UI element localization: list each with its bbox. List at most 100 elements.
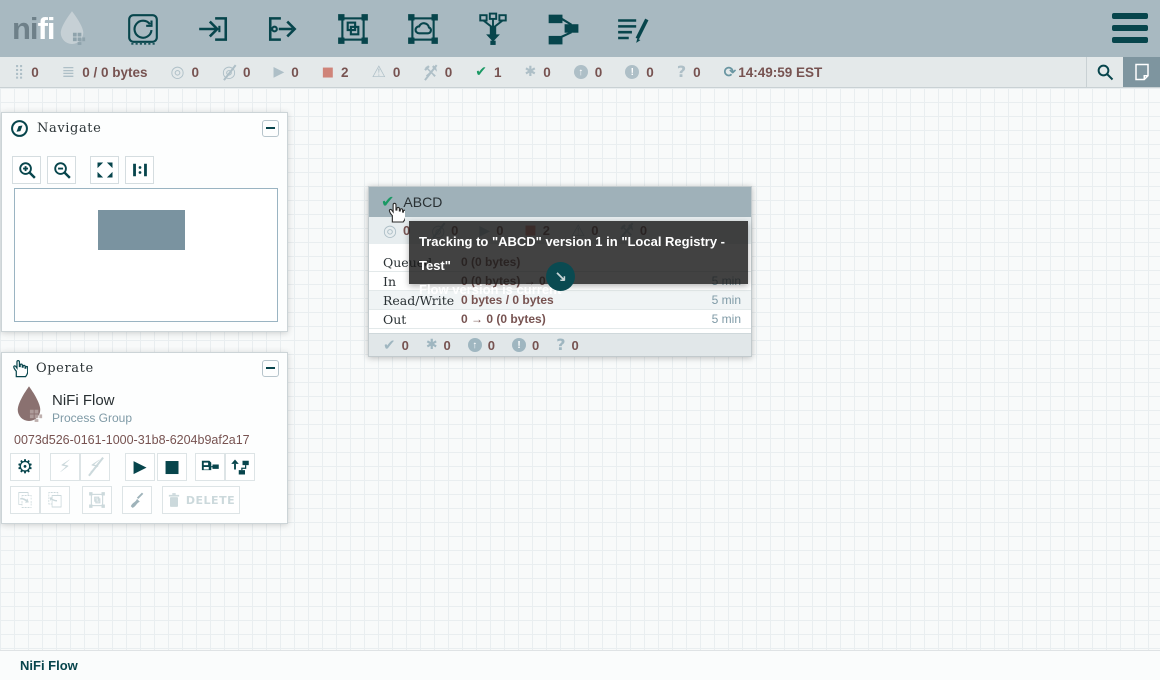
operate-title: Operate bbox=[36, 361, 262, 376]
template-icon[interactable] bbox=[546, 12, 580, 46]
version-tracking-tooltip: Tracking to "ABCD" version 1 in "Local R… bbox=[409, 221, 748, 284]
disabled-tool-icon: ⚒ bbox=[423, 64, 437, 80]
status-not-transmitting: ◎0 bbox=[222, 64, 250, 80]
operate-header: Operate bbox=[2, 353, 287, 383]
modified-stale-icon: ! bbox=[625, 65, 639, 79]
output-port-icon[interactable] bbox=[266, 12, 300, 46]
start-button[interactable]: ▶ bbox=[125, 453, 155, 481]
zoom-actual-size-button[interactable] bbox=[125, 156, 154, 184]
status-invalid: ⚠0 bbox=[372, 64, 401, 80]
stop-button[interactable]: ■ bbox=[157, 453, 187, 481]
zoom-out-button[interactable] bbox=[47, 156, 76, 184]
compass-icon bbox=[10, 119, 29, 138]
configure-button[interactable]: ⚙ bbox=[10, 453, 40, 481]
navigate-collapse-button[interactable] bbox=[262, 120, 279, 137]
selected-flow-id: 0073d526-0161-1000-31b8-6204b9af2a17 bbox=[14, 433, 250, 447]
stale-arrow-icon: ↑ bbox=[574, 65, 588, 79]
enable-button[interactable]: ⚡ bbox=[50, 453, 80, 481]
sync-failure-icon: ? bbox=[677, 64, 686, 80]
trash-icon bbox=[167, 492, 181, 508]
up-to-date-check-icon: ✔ bbox=[475, 65, 487, 79]
breadcrumb-nifi-flow[interactable]: NiFi Flow bbox=[20, 658, 78, 673]
global-menu-icon[interactable] bbox=[1112, 13, 1148, 43]
birdseye-minimap[interactable] bbox=[14, 188, 278, 322]
status-disabled: ⚒0 bbox=[423, 64, 452, 80]
mouse-cursor-hand bbox=[386, 201, 405, 224]
zoom-in-button[interactable] bbox=[12, 156, 41, 184]
delete-label: DELETE bbox=[186, 494, 235, 507]
flow-status-bar: ⣿0 ≣0 / 0 bytes ◎0 ◎0 ▶0 ■2 ⚠0 ⚒0 ✔1 ✱0 … bbox=[0, 57, 1160, 88]
operate-panel: Operate NiFi Flow Process Group 0073d526… bbox=[1, 352, 288, 524]
pg-transmitting-icon: ◎ bbox=[383, 223, 397, 239]
status-running: ▶0 bbox=[273, 65, 298, 80]
disable-button[interactable]: ⚡ bbox=[80, 453, 110, 481]
queued-list-icon: ≣ bbox=[62, 64, 75, 80]
process-group-header: ✔ ABCD bbox=[369, 187, 751, 217]
navigate-title: Navigate bbox=[37, 121, 262, 136]
logo-text-fi: fi bbox=[38, 11, 55, 47]
navigate-header: Navigate bbox=[2, 113, 287, 143]
upload-template-button[interactable] bbox=[225, 453, 255, 481]
zoom-fit-button[interactable] bbox=[90, 156, 119, 184]
status-refresh[interactable]: ⟳14:49:59 EST bbox=[724, 65, 823, 80]
copy-button[interactable]: ⎘ bbox=[10, 486, 40, 514]
label-icon[interactable] bbox=[616, 12, 650, 46]
top-toolbar: nifi bbox=[0, 0, 1160, 57]
nifi-logo: nifi bbox=[12, 10, 108, 48]
funnel-icon[interactable] bbox=[476, 12, 510, 46]
pg-sync-failure-icon: ? bbox=[556, 337, 565, 353]
component-toolbar bbox=[126, 12, 650, 46]
invalid-warning-icon: ⚠ bbox=[372, 64, 386, 80]
transmitting-icon: ◎ bbox=[170, 64, 184, 80]
processor-icon[interactable] bbox=[126, 12, 160, 46]
tooltip-line-1: Tracking to "ABCD" version 1 in "Local R… bbox=[419, 230, 738, 278]
nifi-app: nifi bbox=[0, 0, 1160, 680]
status-stale: ↑0 bbox=[574, 65, 603, 80]
selected-flow-name: NiFi Flow bbox=[52, 392, 132, 409]
status-active-threads: ⣿0 bbox=[14, 65, 39, 80]
locally-modified-icon: ✱ bbox=[525, 65, 537, 79]
navigate-buttons bbox=[12, 156, 287, 184]
pg-modified-stale-icon: ! bbox=[512, 338, 526, 352]
tooltip-line-2: Flow version is current bbox=[419, 278, 738, 302]
bulletin-board-button[interactable] bbox=[1123, 57, 1160, 87]
search-button[interactable] bbox=[1086, 57, 1123, 87]
not-transmitting-icon: ◎ bbox=[222, 64, 236, 80]
operate-flow-info: NiFi Flow Process Group bbox=[14, 385, 132, 427]
out-row: Out0 → 0 (0 bytes)5 min bbox=[369, 310, 751, 329]
status-locally-modified: ✱0 bbox=[525, 65, 551, 80]
remote-process-group-icon[interactable] bbox=[406, 12, 440, 46]
arrow-down-right-icon: ↘ bbox=[554, 268, 567, 286]
color-button[interactable] bbox=[122, 486, 152, 514]
status-stopped: ■2 bbox=[322, 65, 349, 80]
pg-locally-modified-icon: ✱ bbox=[426, 338, 438, 352]
process-group-version-footer: ✔0 ✱0 ↑0 !0 ?0 bbox=[369, 333, 751, 356]
logo-text-ni: ni bbox=[12, 11, 38, 47]
status-queued: ≣0 / 0 bytes bbox=[62, 64, 148, 80]
operate-collapse-button[interactable] bbox=[262, 360, 279, 377]
process-group-drop-icon bbox=[14, 385, 44, 427]
bulletin-page-icon bbox=[1134, 63, 1150, 81]
delete-button[interactable]: DELETE bbox=[162, 486, 240, 514]
version-state-badge: ↘ bbox=[546, 262, 575, 291]
breadcrumb-bar: NiFi Flow bbox=[0, 650, 1160, 680]
refresh-icon[interactable]: ⟳ bbox=[724, 65, 737, 80]
status-up-to-date: ✔1 bbox=[475, 65, 501, 80]
input-port-icon[interactable] bbox=[196, 12, 230, 46]
process-group-icon[interactable] bbox=[336, 12, 370, 46]
create-template-button[interactable] bbox=[195, 453, 225, 481]
running-play-icon: ▶ bbox=[273, 65, 284, 79]
nifi-drop-icon bbox=[57, 10, 87, 48]
status-modified-stale: !0 bbox=[625, 65, 654, 80]
search-icon bbox=[1096, 63, 1114, 81]
status-transmitting: ◎0 bbox=[170, 64, 198, 80]
selected-flow-type: Process Group bbox=[52, 411, 132, 425]
birdseye-process-group-rect bbox=[98, 210, 185, 250]
process-group-name: ABCD bbox=[403, 194, 442, 210]
threads-grid-icon: ⣿ bbox=[14, 65, 24, 79]
stopped-square-icon: ■ bbox=[322, 66, 334, 79]
group-button[interactable] bbox=[82, 486, 112, 514]
paste-button[interactable]: ⎗ bbox=[40, 486, 70, 514]
status-sync-failure: ?0 bbox=[677, 64, 701, 80]
hand-icon bbox=[10, 359, 28, 378]
